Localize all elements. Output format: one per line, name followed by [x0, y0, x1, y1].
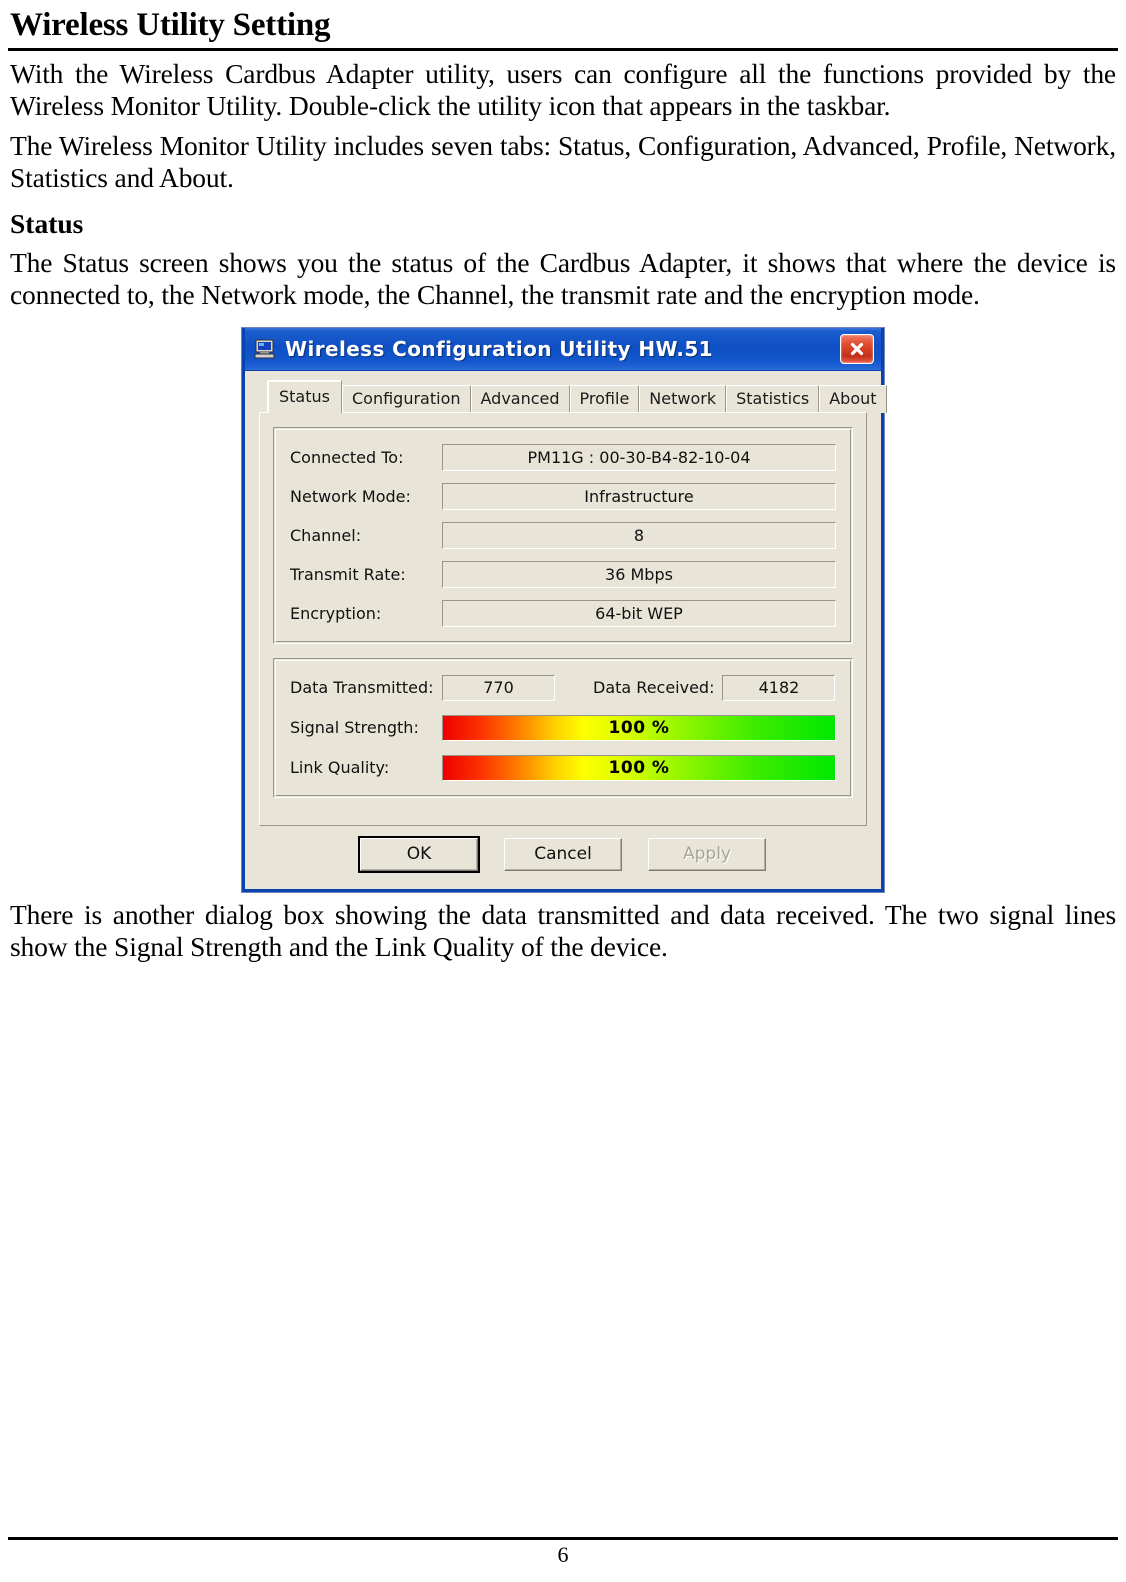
connection-info-group: Connected To: PM11G : 00-30-B4-82-10-04 … — [273, 426, 853, 644]
network-mode-value: Infrastructure — [442, 482, 836, 510]
tab-label: Advanced — [480, 389, 560, 409]
connected-to-value: PM11G : 00-30-B4-82-10-04 — [442, 443, 836, 471]
tab-label: Statistics — [736, 389, 810, 409]
encryption-value: 64-bit WEP — [442, 599, 836, 627]
apply-button: Apply — [648, 837, 766, 871]
page-title: Wireless Utility Setting — [10, 7, 331, 43]
field-label: Channel: — [290, 525, 362, 545]
tab-label: Configuration — [351, 389, 461, 409]
signal-strength-meter: 100 % — [442, 714, 836, 741]
data-counters-row: Data Transmitted: 770 Data Received: 418… — [290, 674, 836, 701]
tab-label: About — [829, 389, 877, 409]
link-quality-label: Link Quality: — [290, 758, 390, 778]
page-footer: 6 — [8, 1537, 1118, 1568]
field-transmit-rate: Transmit Rate: 36 Mbps — [290, 560, 836, 588]
signal-strength-label: Signal Strength: — [290, 718, 419, 738]
tab-panel-status: Connected To: PM11G : 00-30-B4-82-10-04 … — [259, 411, 867, 826]
field-channel: Channel: 8 — [290, 521, 836, 549]
data-transmitted-label: Data Transmitted: — [290, 678, 434, 698]
ok-button[interactable]: OK — [358, 835, 480, 873]
data-received-value: 4182 — [722, 674, 836, 701]
window-title: Wireless Configuration Utility HW.51 — [285, 336, 713, 361]
channel-value: 8 — [442, 521, 836, 549]
wireless-configuration-utility-window: Wireless Configuration Utility HW.51 Sta… — [242, 327, 887, 892]
field-connected-to: Connected To: PM11G : 00-30-B4-82-10-04 — [290, 443, 836, 471]
field-label: Connected To: — [290, 447, 404, 467]
tab-statistics[interactable]: Statistics — [726, 385, 820, 413]
tab-about[interactable]: About — [819, 385, 887, 413]
paragraph-tabs-list: The Wireless Monitor Utility includes se… — [10, 129, 1116, 193]
data-transmitted-value: 770 — [442, 674, 555, 701]
section-heading-status: Status — [10, 208, 84, 240]
tab-advanced[interactable]: Advanced — [470, 385, 570, 413]
window-titlebar[interactable]: Wireless Configuration Utility HW.51 — [245, 327, 881, 371]
tab-label: Profile — [579, 389, 630, 409]
field-label: Transmit Rate: — [290, 564, 406, 584]
tab-status[interactable]: Status — [267, 380, 342, 413]
link-quality-meter: 100 % — [442, 754, 836, 781]
heading-divider — [8, 47, 1118, 51]
data-received-label: Data Received: — [593, 678, 715, 698]
paragraph-status-description: The Status screen shows you the status o… — [10, 247, 1116, 311]
field-label: Network Mode: — [290, 486, 411, 506]
close-icon[interactable] — [840, 333, 874, 364]
tab-network[interactable]: Network — [639, 385, 727, 413]
tab-configuration[interactable]: Configuration — [341, 385, 471, 413]
paragraph-intro: With the Wireless Cardbus Adapter utilit… — [10, 57, 1116, 122]
field-label: Encryption: — [290, 603, 382, 623]
traffic-statistics-group: Data Transmitted: 770 Data Received: 418… — [273, 657, 853, 798]
tab-label: Status — [279, 387, 330, 407]
window-body: Status Configuration Advanced Profile Ne… — [245, 371, 887, 889]
transmit-rate-value: 36 Mbps — [442, 560, 836, 588]
document-page: Wireless Utility Setting With the Wirele… — [0, 0, 1126, 1582]
cancel-button[interactable]: Cancel — [504, 837, 622, 871]
tab-profile[interactable]: Profile — [569, 385, 640, 413]
link-quality-value: 100 % — [608, 757, 670, 778]
signal-strength-row: Signal Strength: 100 % — [290, 714, 836, 741]
signal-strength-value: 100 % — [608, 717, 670, 738]
page-number: 6 — [557, 1542, 569, 1567]
computer-icon — [254, 339, 276, 359]
tab-bar: Status Configuration Advanced Profile Ne… — [259, 380, 887, 413]
dialog-button-bar: OK Cancel Apply — [259, 826, 867, 877]
field-network-mode: Network Mode: Infrastructure — [290, 482, 836, 510]
tab-label: Network — [649, 389, 717, 409]
field-encryption: Encryption: 64-bit WEP — [290, 599, 836, 627]
paragraph-dialog-description: There is another dialog box showing the … — [10, 898, 1116, 963]
footer-divider — [8, 1537, 1118, 1540]
link-quality-row: Link Quality: 100 % — [290, 754, 836, 781]
dialog-figure: Wireless Configuration Utility HW.51 Sta… — [8, 327, 1118, 892]
